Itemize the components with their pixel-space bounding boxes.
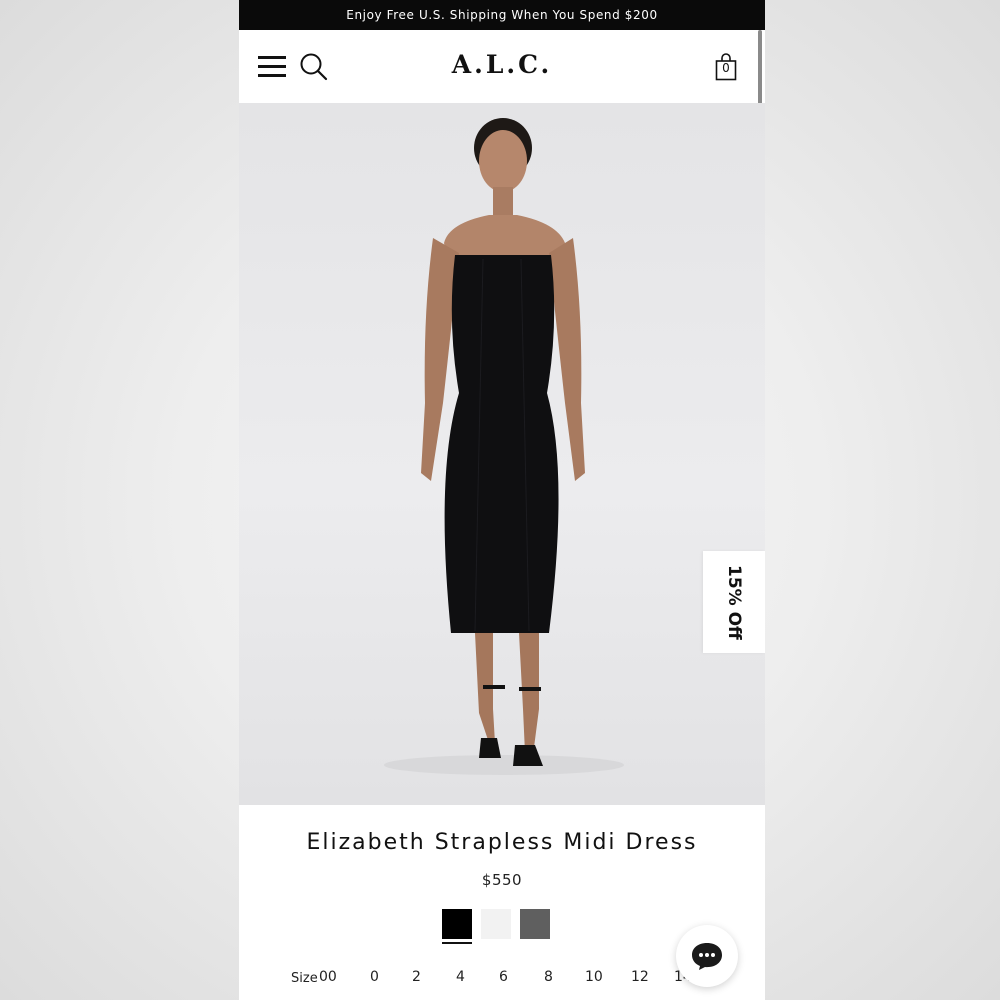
mobile-page: Enjoy Free U.S. Shipping When You Spend …: [239, 0, 765, 1000]
bag-count: 0: [722, 61, 730, 75]
size-option[interactable]: 00: [319, 969, 337, 985]
discount-text: 15% Off: [724, 564, 744, 640]
site-header: A.L.C. 0: [239, 30, 765, 103]
promo-banner[interactable]: Enjoy Free U.S. Shipping When You Spend …: [239, 0, 765, 30]
color-swatch-3[interactable]: [520, 909, 550, 939]
size-option[interactable]: 4: [456, 969, 465, 985]
promo-text: Enjoy Free U.S. Shipping When You Spend …: [346, 8, 658, 22]
chat-bubble-icon: [692, 943, 722, 970]
brand-logo[interactable]: A.L.C.: [239, 50, 765, 79]
size-option[interactable]: 12: [631, 969, 649, 985]
size-option[interactable]: 10: [585, 969, 603, 985]
size-option[interactable]: 2: [412, 969, 421, 985]
color-swatch-2[interactable]: [481, 909, 511, 939]
discount-tab[interactable]: 15% Off: [703, 551, 765, 653]
color-swatch-1[interactable]: [442, 909, 472, 944]
size-label: Size: [291, 971, 318, 986]
chat-button[interactable]: [676, 925, 738, 987]
product-price: $550: [481, 871, 523, 889]
size-option[interactable]: 6: [499, 969, 508, 985]
product-image[interactable]: 15% Off: [239, 103, 765, 805]
model-illustration: [384, 118, 624, 775]
size-option[interactable]: 0: [370, 969, 379, 985]
size-option[interactable]: 8: [544, 969, 553, 985]
product-title: Elizabeth Strapless Midi Dress: [306, 830, 698, 855]
shopping-bag-icon[interactable]: 0: [715, 53, 737, 81]
